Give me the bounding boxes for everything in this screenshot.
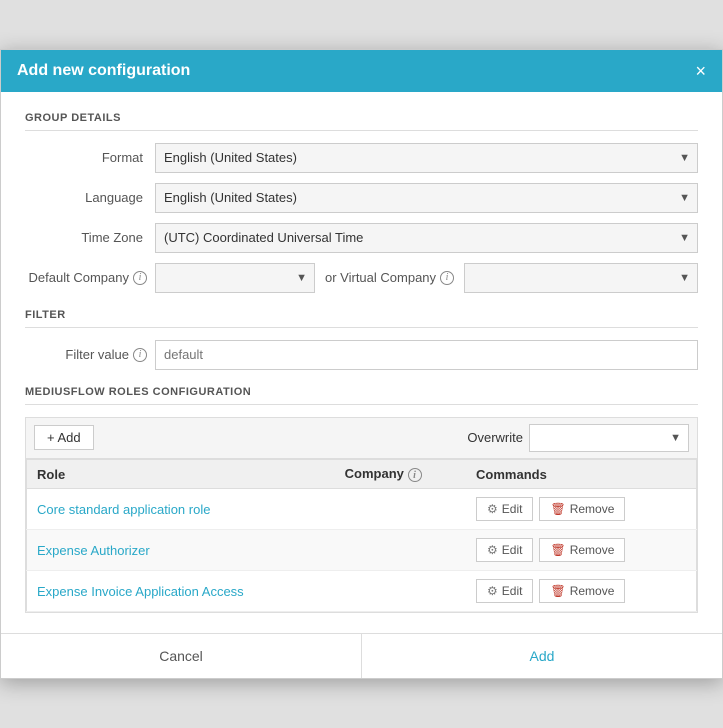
commands-cell: ⚙ Edit 🗑 Remove: [466, 530, 696, 571]
remove-button-0[interactable]: 🗑 Remove: [539, 497, 625, 521]
virtual-company-select-wrapper: ▼: [464, 263, 698, 293]
remove-label-0: Remove: [570, 502, 615, 516]
overwrite-select[interactable]: [529, 424, 689, 452]
table-row: Core standard application role ⚙ Edit: [27, 489, 697, 530]
virtual-company-select[interactable]: [464, 263, 698, 293]
remove-label-1: Remove: [570, 543, 615, 557]
role-link[interactable]: Core standard application role: [37, 502, 210, 517]
add-button[interactable]: Add: [362, 634, 722, 678]
close-button[interactable]: ×: [695, 62, 706, 80]
commands-cell: ⚙ Edit 🗑 Remove: [466, 489, 696, 530]
modal-header: Add new configuration ×: [1, 50, 722, 92]
company-cell: [335, 530, 466, 571]
roles-table: Role Company i Commands Core standard ap…: [26, 459, 697, 613]
filter-value-label: Filter value: [65, 347, 129, 362]
modal-container: Add new configuration × GROUP DETAILS Fo…: [0, 49, 723, 680]
modal-title: Add new configuration: [17, 62, 190, 80]
roles-toolbar: + Add Overwrite ▼: [25, 417, 698, 458]
overwrite-select-wrapper: ▼: [529, 424, 689, 452]
cmd-cell: ⚙ Edit 🗑 Remove: [476, 497, 686, 521]
format-group: Format English (United States) ▼: [25, 143, 698, 173]
format-select-wrapper: English (United States) ▼: [155, 143, 698, 173]
trash-icon: 🗑: [550, 543, 565, 557]
add-role-button[interactable]: + Add: [34, 425, 94, 450]
filter-input[interactable]: [155, 340, 698, 370]
commands-cell: ⚙ Edit 🗑 Remove: [466, 571, 696, 612]
cancel-button[interactable]: Cancel: [1, 634, 362, 678]
timezone-select-wrapper: (UTC) Coordinated Universal Time ▼: [155, 223, 698, 253]
virtual-company-info-icon[interactable]: i: [440, 271, 454, 285]
edit-button-0[interactable]: ⚙ Edit: [476, 497, 533, 521]
timezone-select[interactable]: (UTC) Coordinated Universal Time: [155, 223, 698, 253]
timezone-label: Time Zone: [25, 230, 155, 245]
edit-label-1: Edit: [502, 543, 523, 557]
role-column-header: Role: [27, 459, 335, 489]
trash-icon: 🗑: [550, 502, 565, 516]
format-select[interactable]: English (United States): [155, 143, 698, 173]
gear-icon: ⚙: [487, 584, 498, 598]
default-company-select[interactable]: [155, 263, 315, 293]
default-company-label-wrapper: Default Company i: [25, 270, 155, 285]
or-virtual-label-wrapper: or Virtual Company i: [315, 270, 464, 285]
overwrite-label: Overwrite: [467, 430, 523, 445]
remove-label-2: Remove: [570, 584, 615, 598]
edit-button-1[interactable]: ⚙ Edit: [476, 538, 533, 562]
language-label: Language: [25, 190, 155, 205]
group-details-title: GROUP DETAILS: [25, 112, 698, 131]
remove-button-1[interactable]: 🗑 Remove: [539, 538, 625, 562]
language-group: Language English (United States) ▼: [25, 183, 698, 213]
roles-section: MEDIUSFLOW ROLES CONFIGURATION + Add Ove…: [25, 386, 698, 614]
default-company-info-icon[interactable]: i: [133, 271, 147, 285]
format-label: Format: [25, 150, 155, 165]
role-cell: Expense Invoice Application Access: [27, 571, 335, 612]
modal-body: GROUP DETAILS Format English (United Sta…: [1, 92, 722, 634]
trash-icon: 🗑: [550, 584, 565, 598]
timezone-group: Time Zone (UTC) Coordinated Universal Ti…: [25, 223, 698, 253]
remove-button-2[interactable]: 🗑 Remove: [539, 579, 625, 603]
company-row: Default Company i ▼ or Virtual Company i…: [25, 263, 698, 293]
default-company-label: Default Company: [29, 270, 129, 285]
company-cell: [335, 571, 466, 612]
filter-info-icon[interactable]: i: [133, 348, 147, 362]
cmd-cell: ⚙ Edit 🗑 Remove: [476, 538, 686, 562]
cmd-cell: ⚙ Edit 🗑 Remove: [476, 579, 686, 603]
gear-icon: ⚙: [487, 502, 498, 516]
modal-footer: Cancel Add: [1, 633, 722, 678]
filter-title: FILTER: [25, 309, 698, 328]
role-cell: Core standard application role: [27, 489, 335, 530]
filter-label-wrapper: Filter value i: [25, 347, 155, 362]
commands-column-header: Commands: [466, 459, 696, 489]
or-virtual-label: or Virtual Company: [325, 270, 436, 285]
language-select-wrapper: English (United States) ▼: [155, 183, 698, 213]
edit-label-2: Edit: [502, 584, 523, 598]
company-cell: [335, 489, 466, 530]
role-link[interactable]: Expense Authorizer: [37, 543, 150, 558]
role-cell: Expense Authorizer: [27, 530, 335, 571]
roles-title: MEDIUSFLOW ROLES CONFIGURATION: [25, 386, 698, 405]
default-company-select-wrapper: ▼: [155, 263, 315, 293]
roles-table-head: Role Company i Commands: [27, 459, 697, 489]
edit-label-0: Edit: [502, 502, 523, 516]
table-row: Expense Invoice Application Access ⚙ Edi…: [27, 571, 697, 612]
roles-table-wrapper: Role Company i Commands Core standard ap…: [25, 458, 698, 614]
filter-section: FILTER Filter value i: [25, 309, 698, 370]
roles-table-header-row: Role Company i Commands: [27, 459, 697, 489]
gear-icon: ⚙: [487, 543, 498, 557]
roles-table-body: Core standard application role ⚙ Edit: [27, 489, 697, 612]
company-header-info-icon[interactable]: i: [408, 468, 422, 482]
table-row: Expense Authorizer ⚙ Edit: [27, 530, 697, 571]
role-link[interactable]: Expense Invoice Application Access: [37, 584, 244, 599]
edit-button-2[interactable]: ⚙ Edit: [476, 579, 533, 603]
company-column-header: Company i: [335, 459, 466, 489]
filter-row: Filter value i: [25, 340, 698, 370]
language-select[interactable]: English (United States): [155, 183, 698, 213]
overwrite-wrapper: Overwrite ▼: [467, 424, 689, 452]
